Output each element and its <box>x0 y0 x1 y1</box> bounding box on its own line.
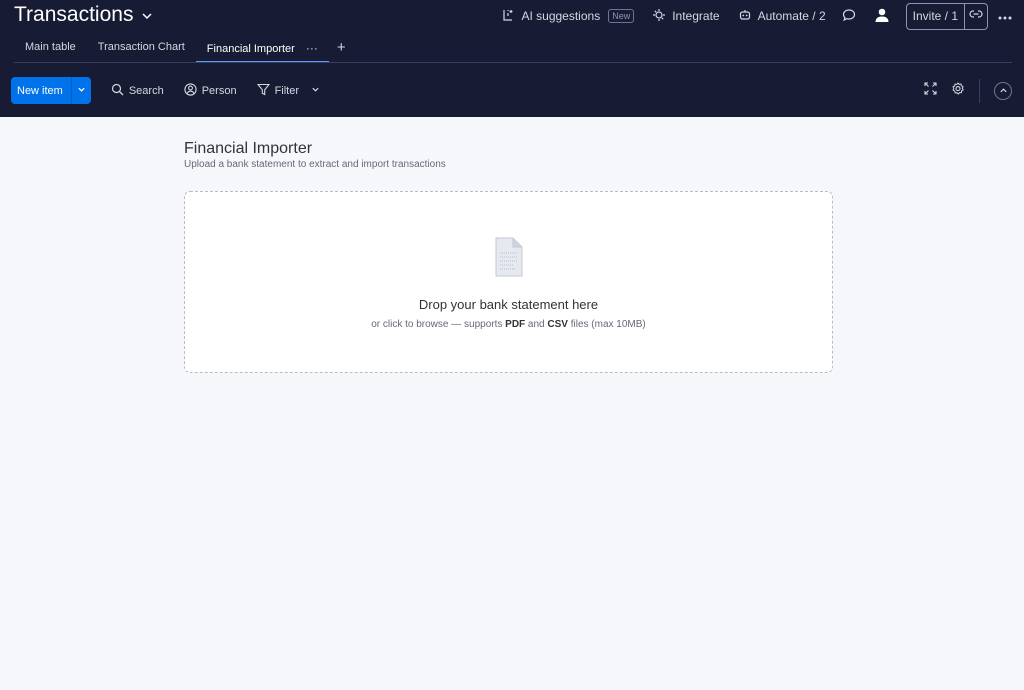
new-badge: New <box>608 9 635 23</box>
board-title: Transactions <box>14 3 134 26</box>
board-header: Transactions AI suggestions New Integrat… <box>0 0 1024 117</box>
person-icon <box>184 82 197 99</box>
user-avatar-icon <box>874 7 890 26</box>
toolbar-right <box>924 79 1012 103</box>
updates-button[interactable] <box>842 8 856 25</box>
page-subtitle: Upload a bank statement to extract and i… <box>184 159 446 170</box>
ai-suggestions-icon <box>501 8 515 25</box>
chevron-down-icon <box>141 9 153 21</box>
dropzone-desc-and: and <box>525 319 548 330</box>
invite-group: Invite / 1 <box>905 2 988 30</box>
search-label: Search <box>128 84 164 97</box>
automate-label: Automate / 2 <box>757 9 826 23</box>
ai-suggestions-button[interactable]: AI suggestions New <box>501 8 635 25</box>
tabs-divider <box>14 62 1012 63</box>
more-options-button[interactable] <box>998 9 1012 23</box>
integrate-icon <box>652 8 666 25</box>
tab-more-options[interactable]: ··· <box>306 41 318 55</box>
search-button[interactable]: Search <box>111 83 164 99</box>
dropzone-desc-suffix: files (max 10MB) <box>567 319 646 330</box>
new-item-button[interactable]: New item <box>11 77 71 104</box>
view-tabs: Main table Transaction Chart Financial I… <box>14 36 350 63</box>
add-view-button[interactable]: + <box>329 36 350 58</box>
board-title-menu[interactable]: Transactions <box>14 2 153 28</box>
chevron-down-icon <box>77 85 86 97</box>
new-item-dropdown[interactable] <box>70 77 91 104</box>
chat-bubble-icon <box>842 8 856 25</box>
ai-suggestions-label: AI suggestions <box>521 9 601 23</box>
tab-label: Transaction Chart <box>97 41 185 53</box>
link-icon <box>969 7 983 25</box>
chevron-down-icon <box>311 85 320 97</box>
search-icon <box>111 83 124 99</box>
integrate-button[interactable]: Integrate <box>652 8 720 25</box>
board-toolbar: New item Search Person Filter <box>11 77 320 104</box>
dropzone-title: Drop your bank statement here <box>418 297 599 312</box>
importer-panel: Financial Importer Upload a bank stateme… <box>184 139 834 373</box>
page-title: Financial Importer <box>184 140 313 157</box>
expand-button[interactable] <box>924 82 937 100</box>
filter-label: Filter <box>274 84 300 97</box>
chevron-up-icon <box>999 82 1008 100</box>
copy-link-button[interactable] <box>965 4 987 29</box>
more-dots-icon <box>998 9 1012 23</box>
integrate-label: Integrate <box>672 9 720 23</box>
expand-icon <box>924 82 937 100</box>
format-pdf: PDF <box>505 319 526 330</box>
toolbar-divider <box>979 79 980 103</box>
settings-button[interactable] <box>951 81 965 101</box>
filter-button[interactable]: Filter <box>256 83 320 99</box>
dropzone-desc-prefix: or click to browse — supports <box>371 319 506 330</box>
user-avatar[interactable] <box>874 7 890 26</box>
filter-icon <box>256 83 270 99</box>
robot-icon <box>738 8 752 25</box>
tab-label: Financial Importer <box>206 43 295 55</box>
tab-main-table[interactable]: Main table <box>14 36 87 63</box>
tab-transaction-chart[interactable]: Transaction Chart <box>87 36 196 63</box>
tab-financial-importer[interactable]: Financial Importer ··· <box>195 36 330 63</box>
invite-button[interactable]: Invite / 1 <box>907 4 964 29</box>
collapse-header-button[interactable] <box>994 82 1012 100</box>
automate-button[interactable]: Automate / 2 <box>738 8 826 25</box>
file-dropzone[interactable]: Drop your bank statement here or click t… <box>184 191 833 373</box>
file-icon <box>494 237 524 282</box>
person-label: Person <box>201 84 237 97</box>
gear-icon <box>951 81 965 101</box>
tab-label: Main table <box>25 41 76 53</box>
dropzone-description: or click to browse — supports PDF and CS… <box>185 319 832 330</box>
new-item-button-group: New item <box>11 77 91 104</box>
person-filter-button[interactable]: Person <box>184 82 237 99</box>
top-actions: AI suggestions New Integrate Automate / … <box>501 2 1012 30</box>
format-csv: CSV <box>547 319 568 330</box>
